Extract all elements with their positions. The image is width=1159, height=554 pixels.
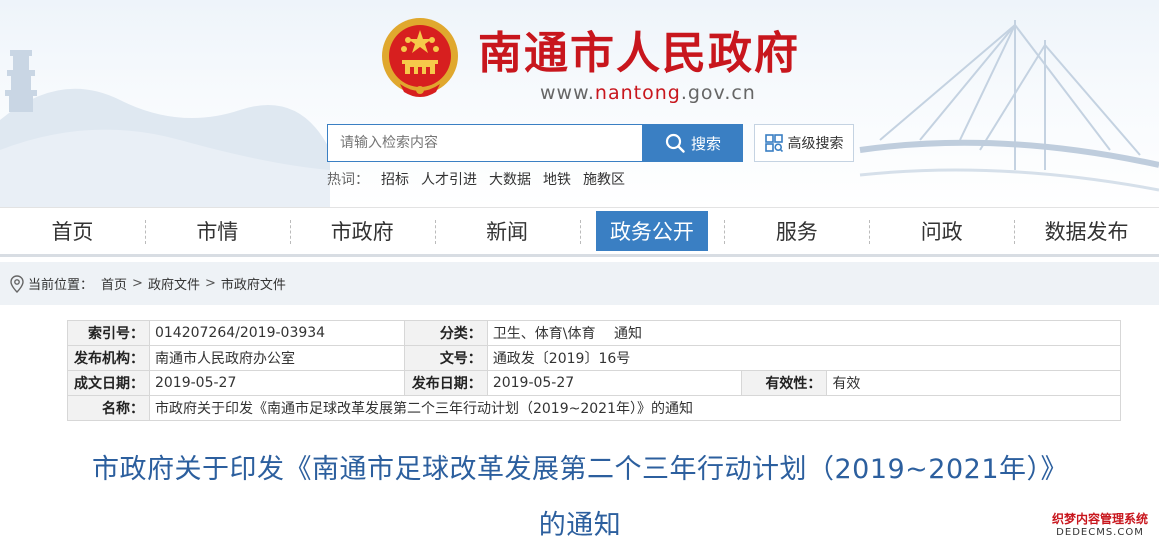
site-url-suffix: .gov.cn [680,82,756,104]
grid-icon [764,134,783,152]
nav-item-news[interactable]: 新闻 [434,208,580,255]
site-url-brand: nantong [594,82,681,104]
search-button-label: 搜索 [690,134,721,153]
category-label: 分类： [403,320,488,346]
breadcrumb-city-gov-docs[interactable]: 市政府文件 [221,274,286,293]
nav-item-label: 市情 [196,220,239,244]
nav-item-label: 数据发布 [1044,220,1129,244]
table-row: 名称： 市政府关于印发《南通市足球改革发展第二个三年行动计划（2019~2021… [67,395,1122,421]
table-row: 发布机构： 南通市人民政府办公室 文号： 通政发〔2019〕16号 [67,345,1122,371]
hot-words: 热词： 招标 人才引进 大数据 地铁 施教区 [327,169,625,189]
nav-item-label: 首页 [51,220,94,244]
nav-item-home[interactable]: 首页 [0,208,145,255]
article-title: 市政府关于印发《南通市足球改革发展第二个三年行动计划（2019~2021年）》 … [40,442,1120,554]
nav-item-label: 市政府 [330,220,394,244]
created-date-value: 2019-05-27 [148,370,405,396]
breadcrumb-separator-icon: > [132,276,143,291]
watermark: 织梦内容管理系统 DEDECMS.COM [1050,512,1150,546]
document-name-value: 市政府关于印发《南通市足球改革发展第二个三年行动计划（2019~2021年）》的… [148,395,1122,421]
search-input[interactable] [327,124,643,162]
nav-item-label: 服务 [775,220,818,244]
site-url-prefix: www. [540,82,595,104]
table-row: 成文日期： 2019-05-27 发布日期： 2019-05-27 有效性： 有… [67,370,1121,396]
nav-item-government-affairs[interactable]: 政务公开 [579,208,725,255]
breadcrumb-gov-docs[interactable]: 政府文件 [148,274,200,293]
created-date-label: 成文日期： [67,370,150,396]
search-icon [665,133,685,153]
site-url: www.nantong.gov.cn [540,82,756,104]
document-number-value: 通政发〔2019〕16号 [486,345,1122,371]
site-header: 南通市人民政府 www.nantong.gov.cn 搜索 高级搜索 热词： 招… [0,0,1159,207]
validity-label: 有效性： [741,370,828,396]
hot-words-label: 热词： [327,172,369,188]
published-date-label: 发布日期： [403,370,488,396]
nav-item-inquiry[interactable]: 问政 [869,208,1014,255]
national-emblem-icon [382,18,458,97]
nav-item-label: 问政 [920,220,963,244]
table-row: 索引号： 014207264/2019-03934 分类： 卫生、体育\体育 通… [67,320,1122,346]
nav-item-city-info[interactable]: 市情 [144,208,290,255]
breadcrumb: 当前位置： 首页 > 政府文件 > 市政府文件 [0,262,1159,305]
publisher-label: 发布机构： [67,345,150,371]
nav-item-government[interactable]: 市政府 [289,208,435,255]
index-number-value: 014207264/2019-03934 [148,320,405,346]
breadcrumb-separator-icon: > [204,276,216,291]
hot-word-link[interactable]: 招标 [381,169,409,189]
validity-value: 有效 [826,370,1121,396]
document-name-label: 名称： [67,395,150,421]
breadcrumb-home[interactable]: 首页 [101,274,127,293]
nav-item-services[interactable]: 服务 [724,208,869,255]
hot-word-link[interactable]: 施教区 [583,169,625,189]
article-title-line: 的通知 [538,510,622,541]
nav-item-data-release[interactable]: 数据发布 [1014,208,1159,255]
advanced-search-button[interactable]: 高级搜索 [754,124,854,162]
site-title: 南通市人民政府 [478,28,800,79]
hot-word-link[interactable]: 人才引进 [421,169,477,189]
watermark-line: 织梦内容管理系统 [1051,512,1148,526]
published-date-value: 2019-05-27 [486,370,743,396]
document-info-table: 索引号： 014207264/2019-03934 分类： 卫生、体育\体育 通… [67,320,1122,421]
watermark-line: DEDECMS.COM [1056,527,1144,538]
document-number-label: 文号： [403,345,488,371]
publisher-value: 南通市人民政府办公室 [148,345,405,371]
search-button[interactable]: 搜索 [643,124,743,162]
index-number-label: 索引号： [67,320,150,346]
advanced-search-label: 高级搜索 [787,136,844,152]
nav-item-label: 政务公开 [595,211,708,251]
breadcrumb-label: 当前位置： [28,278,94,293]
hot-word-link[interactable]: 地铁 [543,169,571,189]
hot-word-link[interactable]: 大数据 [489,169,531,189]
location-pin-icon [10,274,24,293]
main-nav: 首页 市情 市政府 新闻 政务公开 服务 问政 数据发布 [0,207,1159,257]
nav-item-label: 新闻 [486,220,529,244]
category-value: 卫生、体育\体育 通知 [486,320,1122,346]
article-title-line: 市政府关于印发《南通市足球改革发展第二个三年行动计划（2019~2021年）》 [91,454,1069,485]
